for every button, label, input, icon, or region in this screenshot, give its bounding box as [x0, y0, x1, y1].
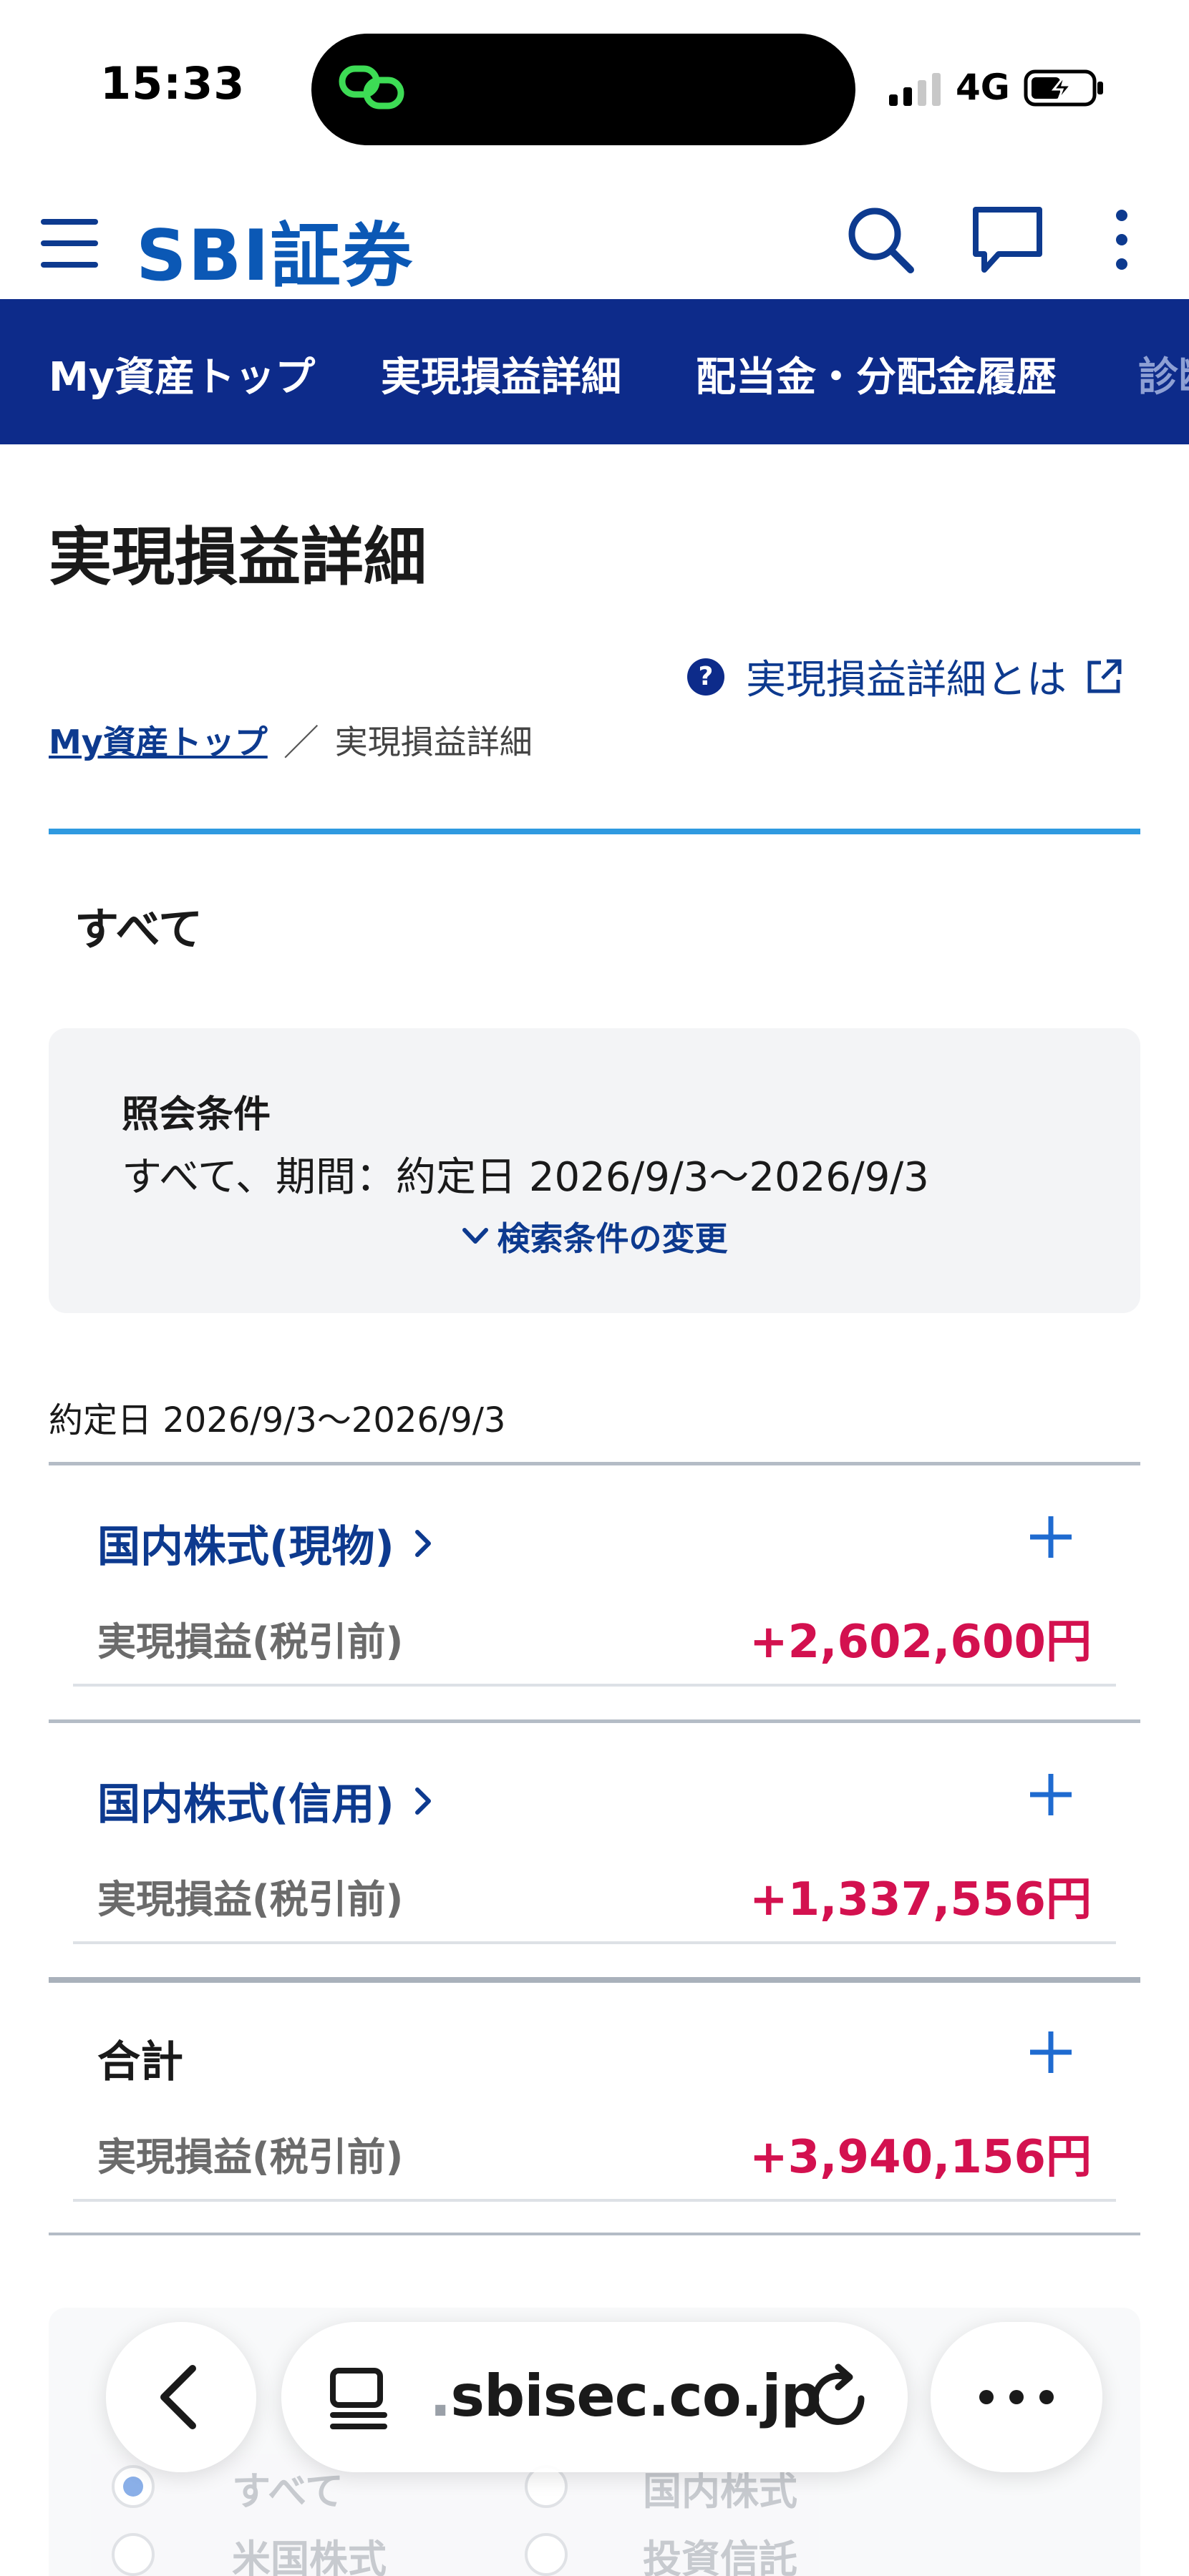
help-link[interactable]: ? 実現損益詳細とは — [687, 648, 1124, 706]
section-domestic-cash: 国内株式(現物) 実現損益(税引前) +2,602,600円 — [49, 1462, 1140, 1691]
tab-all[interactable]: すべて — [74, 893, 203, 957]
list-end-divider — [49, 2233, 1140, 2235]
chat-icon[interactable] — [970, 204, 1045, 275]
chevron-down-icon — [462, 1228, 488, 1244]
more-vertical-icon[interactable] — [1102, 204, 1142, 275]
top-nav: My資産トップ 実現損益詳細 配当金・分配金履歴 診断 — [0, 299, 1189, 444]
external-link-icon — [1087, 659, 1122, 693]
row-divider — [73, 1684, 1116, 1687]
search-icon[interactable] — [845, 204, 916, 275]
section-domestic-margin: 国内株式(信用) 実現損益(税引前) +1,337,556円 — [49, 1719, 1140, 1948]
radio-all[interactable] — [112, 2465, 155, 2508]
help-icon: ? — [687, 658, 724, 696]
realized-pl-value: +1,337,556円 — [749, 1873, 1092, 1926]
url-domain: sbisec.co.jp — [450, 2363, 821, 2429]
realized-pl-total-value: +3,940,156円 — [749, 2131, 1092, 2184]
section-title: 国内株式(信用) — [97, 1780, 394, 1830]
period-label: 約定日 2026/9/3〜2026/9/3 — [49, 1400, 506, 1440]
section-divider — [49, 1719, 1140, 1723]
tab-indicator-line — [49, 829, 1140, 834]
expand-plus-icon[interactable] — [1026, 1512, 1076, 1562]
chevron-left-icon — [160, 2365, 196, 2429]
browser-url: .sbisec.co.jp — [430, 2363, 822, 2429]
page-title: 実現損益詳細 — [49, 520, 427, 594]
section-divider — [49, 1977, 1140, 1983]
url-prefix: . — [430, 2363, 451, 2429]
breadcrumb: My資産トップ ／ 実現損益詳細 — [49, 714, 533, 766]
radio-label-all: すべて — [232, 2469, 344, 2514]
realized-pl-label: 実現損益(税引前) — [97, 1619, 404, 1664]
change-conditions-label: 検索条件の変更 — [497, 1219, 728, 1258]
tabs-icon[interactable] — [326, 2365, 392, 2431]
expand-plus-icon[interactable] — [1026, 2027, 1076, 2077]
conditions-text: すべて、期間：約定日 2026/9/3〜2026/9/3 — [122, 1154, 929, 1201]
section-title-link[interactable]: 国内株式(現物) — [97, 1512, 436, 1574]
row-divider — [73, 2199, 1116, 2202]
chevron-right-icon — [414, 1529, 431, 1557]
network-type: 4G — [956, 67, 1010, 108]
nav-item-dividends[interactable]: 配当金・分配金履歴 — [696, 345, 1057, 403]
realized-pl-label: 実現損益(税引前) — [97, 2135, 404, 2180]
nav-item-realized-pl[interactable]: 実現損益詳細 — [381, 345, 621, 403]
chevron-right-icon — [414, 1787, 431, 1815]
help-link-label: 実現損益詳細とは — [746, 657, 1067, 703]
query-conditions-box: 照会条件 すべて、期間：約定日 2026/9/3〜2026/9/3 検索条件の変… — [49, 1028, 1140, 1313]
breadcrumb-separator: ／ — [283, 722, 319, 763]
cell-signal-icon — [889, 73, 941, 106]
battery-charging-icon — [1024, 69, 1103, 107]
more-horizontal-icon — [979, 2390, 1054, 2404]
nav-item-my-assets[interactable]: My資産トップ — [49, 345, 315, 403]
expand-plus-icon[interactable] — [1026, 1770, 1076, 1820]
realized-pl-label: 実現損益(税引前) — [97, 1877, 404, 1922]
conditions-title: 照会条件 — [122, 1093, 271, 1136]
breadcrumb-current: 実現損益詳細 — [334, 723, 533, 761]
breadcrumb-home-link[interactable]: My資産トップ — [49, 716, 268, 763]
hamburger-menu-icon[interactable] — [39, 215, 100, 272]
section-total: 合計 実現損益(税引前) +3,940,156円 — [49, 1977, 1140, 2206]
realized-pl-value: +2,602,600円 — [749, 1616, 1092, 1669]
section-divider — [49, 1462, 1140, 1465]
row-divider — [73, 1941, 1116, 1944]
section-title: 合計 — [97, 2037, 183, 2087]
link-chain-icon — [339, 65, 404, 109]
radio-label-funds: 投資信託 — [643, 2537, 797, 2576]
radio-funds[interactable] — [525, 2533, 568, 2576]
reload-icon[interactable] — [805, 2361, 873, 2433]
sbi-logo[interactable]: SBI証券 — [136, 199, 414, 301]
section-title: 国内株式(現物) — [97, 1522, 394, 1572]
radio-label-us: 米国株式 — [232, 2537, 387, 2576]
radio-us[interactable] — [112, 2533, 155, 2576]
status-time: 15:33 — [100, 57, 246, 109]
status-bar: 15:33 4G — [0, 0, 1189, 172]
section-title-link[interactable]: 国内株式(信用) — [97, 1770, 436, 1832]
change-conditions-link[interactable]: 検索条件の変更 — [49, 1213, 1140, 1260]
nav-item-diagnosis[interactable]: 診断 — [1138, 345, 1189, 403]
